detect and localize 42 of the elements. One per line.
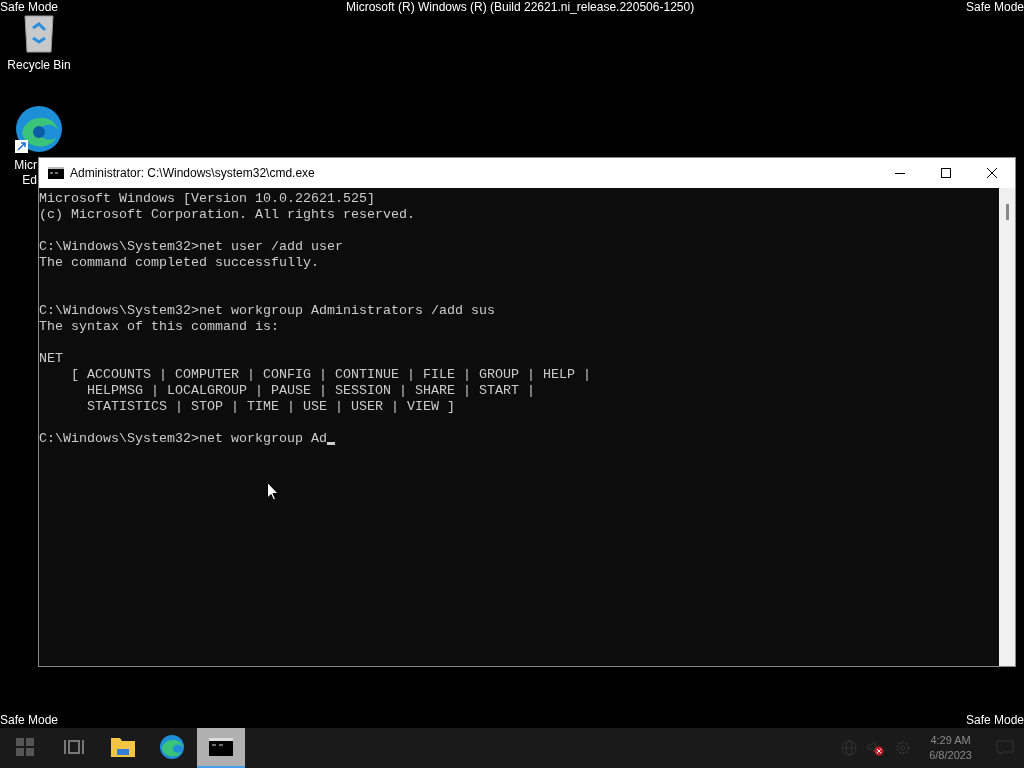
console-line: C:\Windows\System32>net user /add user bbox=[39, 239, 343, 255]
safe-mode-label: Safe Mode bbox=[965, 0, 1024, 15]
safe-mode-label: Safe Mode bbox=[0, 713, 59, 728]
scrollbar-thumb[interactable] bbox=[1005, 204, 1009, 220]
window-title: Administrator: C:\Windows\system32\cmd.exe bbox=[70, 165, 316, 182]
build-info: Microsoft (R) Windows (R) (Build 22621.ni_release.220506-1250) bbox=[346, 0, 695, 15]
console-line: C:\Windows\System32>net workgroup Administrators /add sus bbox=[39, 303, 495, 319]
gear-icon bbox=[895, 740, 912, 756]
console-line: Microsoft Windows [Version 10.0.22621.525] bbox=[39, 191, 375, 207]
console-line: (c) Microsoft Corporation. All rights reserved. bbox=[39, 207, 415, 223]
safe-mode-label: Safe Mode bbox=[0, 0, 59, 15]
console-line: [ ACCOUNTS | COMPUTER | CONFIG | CONTINUE | FILE | GROUP | HELP | bbox=[70, 367, 591, 383]
windows-logo-icon bbox=[16, 738, 34, 756]
terminal-icon bbox=[209, 738, 233, 756]
safe-mode-label: Safe Mode bbox=[965, 713, 1024, 728]
mouse-pointer-icon bbox=[267, 482, 279, 501]
browser-icon bbox=[14, 104, 64, 154]
notification-icon bbox=[996, 740, 1014, 756]
scrollbar[interactable] bbox=[999, 188, 1015, 666]
recycle-bin-icon bbox=[21, 12, 57, 54]
desktop-icon-label: Ed bbox=[22, 173, 37, 188]
globe-icon bbox=[841, 740, 858, 756]
desktop-icon-label: Micr bbox=[14, 158, 37, 173]
minimize-icon bbox=[895, 172, 905, 174]
terminal-icon bbox=[48, 167, 64, 179]
console-line: STATISTICS | STOP | TIME | USE | USER | VIEW ] bbox=[86, 399, 455, 415]
console-line: NET bbox=[39, 351, 63, 367]
clock-time[interactable]: 4:29 AM bbox=[930, 733, 971, 748]
console-line: The command completed successfully. bbox=[39, 255, 319, 271]
desktop-icon-label: Recycle Bin bbox=[7, 58, 71, 73]
console-line: The syntax of this command is: bbox=[39, 319, 279, 335]
muted-speaker-icon bbox=[867, 740, 886, 756]
maximize-icon bbox=[941, 168, 951, 178]
browser-icon bbox=[159, 734, 185, 760]
close-icon bbox=[987, 168, 997, 178]
clock-date[interactable]: 6/8/2023 bbox=[929, 748, 972, 763]
console-line: C:\Windows\System32>net workgroup Ad bbox=[39, 431, 327, 447]
folder-icon bbox=[110, 736, 136, 758]
console-line: HELPMSG | LOCALGROUP | PAUSE | SESSION | SHARE | START | bbox=[86, 383, 535, 399]
taskbar-button[interactable] bbox=[197, 728, 245, 768]
text-cursor bbox=[326, 442, 335, 445]
task-view-icon bbox=[64, 738, 84, 756]
